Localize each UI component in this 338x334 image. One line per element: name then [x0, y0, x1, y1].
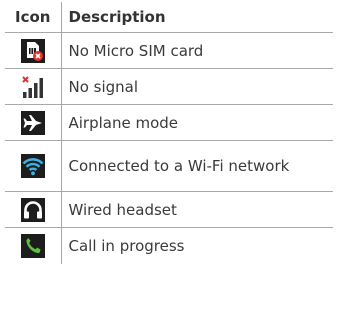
table-row: Connected to a Wi-Fi network: [5, 140, 333, 192]
row-description: Connected to a Wi-Fi network: [60, 140, 333, 192]
row-description: Call in progress: [60, 227, 333, 264]
table-row: No signal: [5, 68, 333, 105]
table-row: Wired headset: [5, 191, 333, 228]
airplane-icon: [20, 110, 45, 135]
header-icon: Icon: [5, 2, 62, 33]
row-description: Airplane mode: [60, 104, 333, 141]
wifi-icon: [20, 154, 45, 178]
no-signal-icon: [20, 74, 45, 99]
table-row: Airplane mode: [5, 104, 333, 141]
table-row: Call in progress: [5, 227, 333, 264]
phone-call-icon: [20, 233, 45, 258]
no-sim-icon: [20, 38, 45, 63]
header-description: Description: [60, 2, 333, 33]
row-description: No Micro SIM card: [60, 32, 333, 69]
table-header-row: Icon Description: [5, 2, 333, 33]
headset-icon: [20, 197, 45, 222]
row-description: No signal: [60, 68, 333, 105]
status-icons-table: Icon Description No Micro SIM card No si…: [5, 2, 333, 264]
table-row: No Micro SIM card: [5, 32, 333, 69]
row-description: Wired headset: [60, 191, 333, 228]
